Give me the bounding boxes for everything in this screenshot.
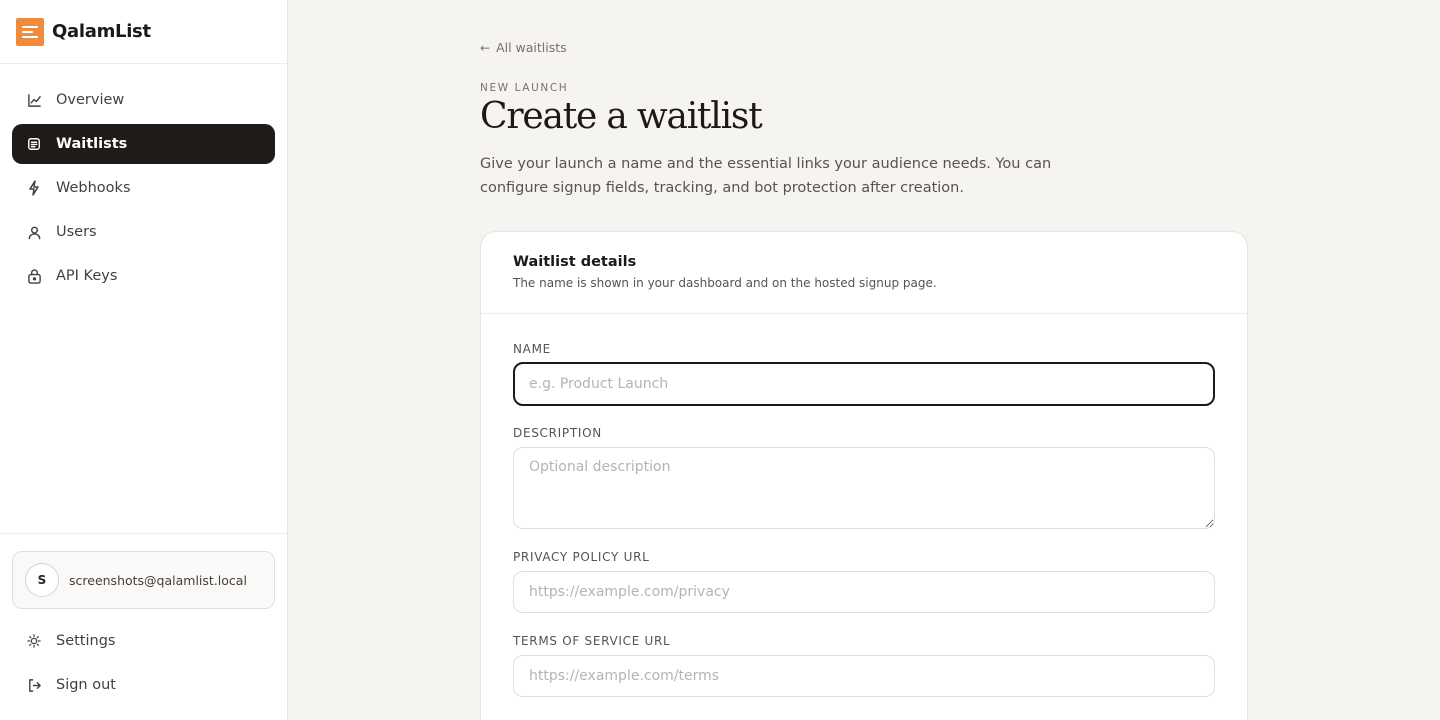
description-input[interactable] bbox=[513, 447, 1215, 529]
lock-icon bbox=[26, 268, 42, 284]
eyebrow: NEW LAUNCH bbox=[480, 82, 569, 94]
page-description: Give your launch a name and the essentia… bbox=[480, 156, 1052, 196]
sidebar-nav: Overview Waitlists Webhooks Users API Ke… bbox=[12, 80, 275, 300]
user-icon bbox=[26, 224, 42, 240]
privacy-url-input[interactable] bbox=[513, 571, 1215, 613]
back-link[interactable]: ← All waitlists bbox=[480, 40, 567, 55]
arrow-left-icon: ← bbox=[480, 40, 491, 55]
brand-name: QalamList bbox=[52, 21, 151, 42]
sidebar-item-label: API Keys bbox=[56, 268, 118, 284]
card-title: Waitlist details bbox=[513, 254, 637, 270]
sidebar-item-label: Webhooks bbox=[56, 180, 131, 196]
brand-logo-icon bbox=[16, 17, 44, 46]
sidebar-item-label: Overview bbox=[56, 92, 125, 108]
sign-out-icon bbox=[26, 677, 42, 693]
name-label: NAME bbox=[513, 342, 551, 356]
sidebar: QalamList Overview Waitlists Webhooks Us… bbox=[0, 0, 288, 720]
description-label: DESCRIPTION bbox=[513, 426, 602, 440]
sidebar-bottom-nav: Settings Sign out bbox=[12, 621, 275, 709]
chart-line-icon bbox=[26, 92, 42, 108]
sidebar-footer: S screenshots@qalamlist.local Settings S… bbox=[0, 533, 287, 693]
list-icon bbox=[26, 136, 42, 152]
brand[interactable]: QalamList bbox=[0, 0, 287, 64]
sun-icon bbox=[26, 633, 42, 649]
sidebar-item-webhooks[interactable]: Webhooks bbox=[12, 168, 275, 208]
back-link-label: All waitlists bbox=[496, 40, 567, 55]
user-email: screenshots@qalamlist.local bbox=[69, 572, 247, 588]
privacy-url-label: PRIVACY POLICY URL bbox=[513, 550, 650, 564]
card-header: Waitlist details The name is shown in yo… bbox=[481, 232, 1247, 314]
sidebar-item-label: Waitlists bbox=[56, 136, 128, 152]
terms-url-input[interactable] bbox=[513, 655, 1215, 697]
sidebar-item-settings[interactable]: Settings bbox=[12, 621, 275, 661]
waitlist-details-card: Waitlist details The name is shown in yo… bbox=[480, 231, 1248, 720]
page-title: Create a waitlist bbox=[480, 96, 763, 137]
user-card[interactable]: S screenshots@qalamlist.local bbox=[12, 551, 275, 609]
sidebar-item-label: Sign out bbox=[56, 677, 116, 693]
sidebar-item-sign-out[interactable]: Sign out bbox=[12, 665, 275, 705]
avatar: S bbox=[25, 563, 59, 597]
sidebar-item-api-keys[interactable]: API Keys bbox=[12, 256, 275, 296]
sidebar-item-waitlists[interactable]: Waitlists bbox=[12, 124, 275, 164]
sidebar-item-label: Users bbox=[56, 224, 97, 240]
card-subtitle: The name is shown in your dashboard and … bbox=[513, 276, 937, 290]
terms-url-label: TERMS OF SERVICE URL bbox=[513, 634, 671, 648]
sidebar-item-overview[interactable]: Overview bbox=[12, 80, 275, 120]
bolt-icon bbox=[26, 180, 42, 196]
sidebar-item-users[interactable]: Users bbox=[12, 212, 275, 252]
sidebar-item-label: Settings bbox=[56, 633, 116, 649]
name-input[interactable] bbox=[513, 362, 1215, 406]
